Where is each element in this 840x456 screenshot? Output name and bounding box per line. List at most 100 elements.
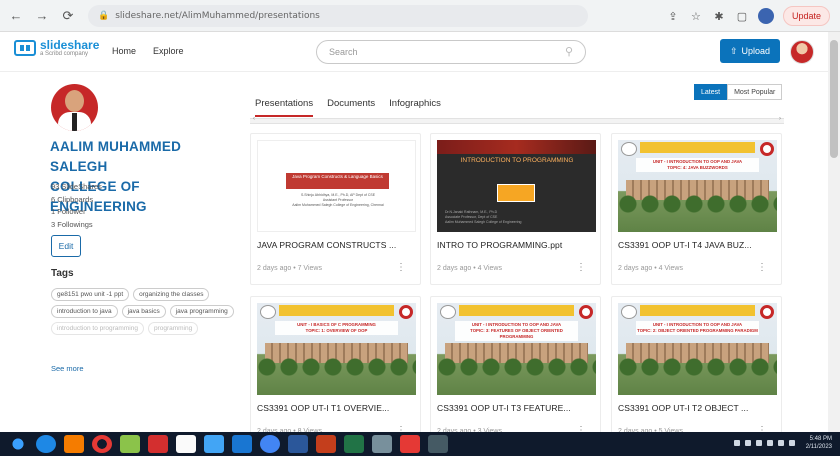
nav-home[interactable]: Home	[112, 46, 136, 56]
scroll-right-icon[interactable]: ›	[779, 116, 781, 122]
lock-icon: 🔒	[98, 10, 110, 21]
app-icon[interactable]	[428, 435, 448, 453]
card-meta: 2 days ago • 7 Views	[257, 265, 322, 272]
edge-icon[interactable]	[36, 435, 56, 453]
notepad-icon[interactable]	[176, 435, 196, 453]
slideshare-logo[interactable]: slideshare a Scribd company	[14, 39, 99, 57]
windows-taskbar: 5:48 PM 2/11/2023	[0, 432, 840, 456]
ie-icon[interactable]	[232, 435, 252, 453]
upload-button[interactable]: ⇧ Upload	[720, 39, 780, 63]
start-icon[interactable]	[8, 435, 28, 453]
photos-icon[interactable]	[120, 435, 140, 453]
tray-icon[interactable]	[744, 440, 751, 446]
tabs-scroller[interactable]: ‹ ›	[250, 116, 784, 124]
tag-item[interactable]: java basics	[121, 305, 166, 318]
tray-icon[interactable]	[755, 440, 762, 446]
thumb-title: UNIT - I BASICS OF C PROGRAMMING TOPIC: …	[275, 321, 398, 335]
word-icon[interactable]	[288, 435, 308, 453]
browser-profile-icon[interactable]	[757, 8, 774, 24]
card-title[interactable]: CS3391 OOP UT-I T4 JAVA BUZ...	[618, 240, 780, 250]
presentation-card[interactable]: UNIT - I INTRODUCTION TO OOP AND JAVA TO…	[611, 296, 782, 448]
card-thumbnail[interactable]: UNIT - I INTRODUCTION TO OOP AND JAVA TO…	[437, 303, 596, 395]
tag-item[interactable]: organizing the classes	[133, 288, 210, 301]
upload-label: Upload	[741, 46, 771, 56]
stat-clipboards[interactable]: 6 Clipboards	[51, 194, 102, 207]
star-icon[interactable]: ☆	[689, 10, 703, 23]
card-thumbnail[interactable]: Java Program Constructs & Language Basic…	[257, 140, 416, 232]
office-icon[interactable]	[148, 435, 168, 453]
search-input[interactable]: Search ⚲	[316, 40, 586, 64]
tag-item[interactable]: java programming	[169, 305, 234, 318]
sort-latest-button[interactable]: Latest	[694, 84, 728, 100]
see-more-link[interactable]: See more	[51, 364, 84, 373]
presentation-card[interactable]: UNIT - I INTRODUCTION TO OOP AND JAVA TO…	[611, 133, 782, 285]
stat-slideshares[interactable]: 93 SlideShares	[51, 181, 102, 194]
tag-item[interactable]: ge8151 pwo unit -1 ppt	[51, 288, 130, 301]
window-icon[interactable]: ▢	[735, 10, 749, 23]
tag-item[interactable]: introduction to java	[51, 305, 118, 318]
share-icon[interactable]: ⇪	[666, 10, 680, 23]
card-title[interactable]: JAVA PROGRAM CONSTRUCTS ...	[257, 240, 419, 250]
upload-icon: ⇧	[729, 45, 738, 56]
address-bar[interactable]: 🔒 slideshare.net/AlimMuhammed/presentati…	[88, 4, 588, 27]
stat-followers[interactable]: 1 Follower	[51, 206, 102, 219]
card-title[interactable]: CS3391 OOP UT-I T1 OVERVIE...	[257, 403, 419, 413]
card-thumbnail[interactable]: UNIT - I BASICS OF C PROGRAMMING TOPIC: …	[257, 303, 416, 395]
back-icon[interactable]: ←	[6, 6, 26, 26]
address-url: slideshare.net/AlimMuhammed/presentation…	[115, 10, 320, 21]
clock[interactable]: 5:48 PM 2/11/2023	[806, 435, 832, 451]
scroll-thumb[interactable]	[830, 40, 838, 158]
more-options-icon[interactable]: ⋮	[396, 262, 406, 273]
presentation-card[interactable]: Java Program Constructs & Language Basic…	[250, 133, 421, 285]
tab-infographics[interactable]: Infographics	[389, 98, 441, 117]
system-tray: 5:48 PM 2/11/2023	[733, 435, 832, 451]
more-options-icon[interactable]: ⋮	[757, 262, 767, 273]
tag-item[interactable]: introduction to programming	[51, 322, 144, 335]
extensions-icon[interactable]: ✱	[712, 10, 726, 23]
tab-presentations[interactable]: Presentations	[255, 98, 314, 117]
university-logo-icon	[399, 305, 413, 319]
chrome-icon[interactable]	[260, 435, 280, 453]
card-thumbnail[interactable]: UNIT - I INTRODUCTION TO OOP AND JAVA TO…	[618, 303, 777, 395]
edit-profile-button[interactable]: Edit	[51, 235, 81, 257]
pdf-icon[interactable]	[400, 435, 420, 453]
app-icon[interactable]	[64, 435, 84, 453]
thumb-title: UNIT - I INTRODUCTION TO OOP AND JAVA TO…	[636, 158, 759, 172]
search-icon[interactable]: ⚲	[565, 45, 573, 58]
opera-icon[interactable]	[92, 435, 112, 453]
card-title[interactable]: CS3391 OOP UT-I T3 FEATURE...	[437, 403, 599, 413]
stat-followings[interactable]: 3 Followings	[51, 219, 102, 232]
volume-icon[interactable]	[777, 440, 784, 446]
reload-icon[interactable]: ⟳	[58, 6, 78, 26]
forward-icon[interactable]: →	[32, 6, 52, 26]
thumb-title: UNIT - I INTRODUCTION TO OOP AND JAVA TO…	[455, 321, 578, 341]
update-button[interactable]: Update	[782, 6, 830, 26]
tags-heading: Tags	[51, 268, 74, 279]
powerpoint-icon[interactable]	[316, 435, 336, 453]
presentation-icon	[497, 184, 535, 202]
card-meta: 2 days ago • 4 Views	[618, 265, 683, 272]
presentation-card[interactable]: INTRODUCTION TO PROGRAMMING Dr.N.Janaki …	[430, 133, 601, 285]
battery-icon[interactable]	[788, 440, 795, 446]
card-title[interactable]: CS3391 OOP UT-I T2 OBJECT ...	[618, 403, 780, 413]
more-options-icon[interactable]: ⋮	[576, 262, 586, 273]
user-avatar[interactable]	[790, 40, 814, 64]
thumb-title: Java Program Constructs & Language Basic…	[286, 173, 389, 189]
tag-item[interactable]: programming	[147, 322, 199, 335]
presentation-card[interactable]: UNIT - I INTRODUCTION TO OOP AND JAVA TO…	[430, 296, 601, 448]
thumb-title: UNIT - I INTRODUCTION TO OOP AND JAVA TO…	[636, 321, 759, 335]
settings-icon[interactable]	[372, 435, 392, 453]
card-title[interactable]: INTRO TO PROGRAMMING.ppt	[437, 240, 599, 250]
nav-explore[interactable]: Explore	[153, 46, 184, 56]
presentation-card[interactable]: UNIT - I BASICS OF C PROGRAMMING TOPIC: …	[250, 296, 421, 448]
card-thumbnail[interactable]: UNIT - I INTRODUCTION TO OOP AND JAVA TO…	[618, 140, 777, 232]
explorer-icon[interactable]	[204, 435, 224, 453]
page-scrollbar[interactable]	[828, 32, 840, 432]
tray-icon[interactable]	[733, 440, 740, 446]
card-thumbnail[interactable]: INTRODUCTION TO PROGRAMMING Dr.N.Janaki …	[437, 140, 596, 232]
scroll-left-icon[interactable]: ‹	[253, 116, 255, 122]
sort-popular-button[interactable]: Most Popular	[727, 84, 783, 100]
wifi-icon[interactable]	[766, 440, 773, 446]
tab-documents[interactable]: Documents	[327, 98, 375, 117]
excel-icon[interactable]	[344, 435, 364, 453]
